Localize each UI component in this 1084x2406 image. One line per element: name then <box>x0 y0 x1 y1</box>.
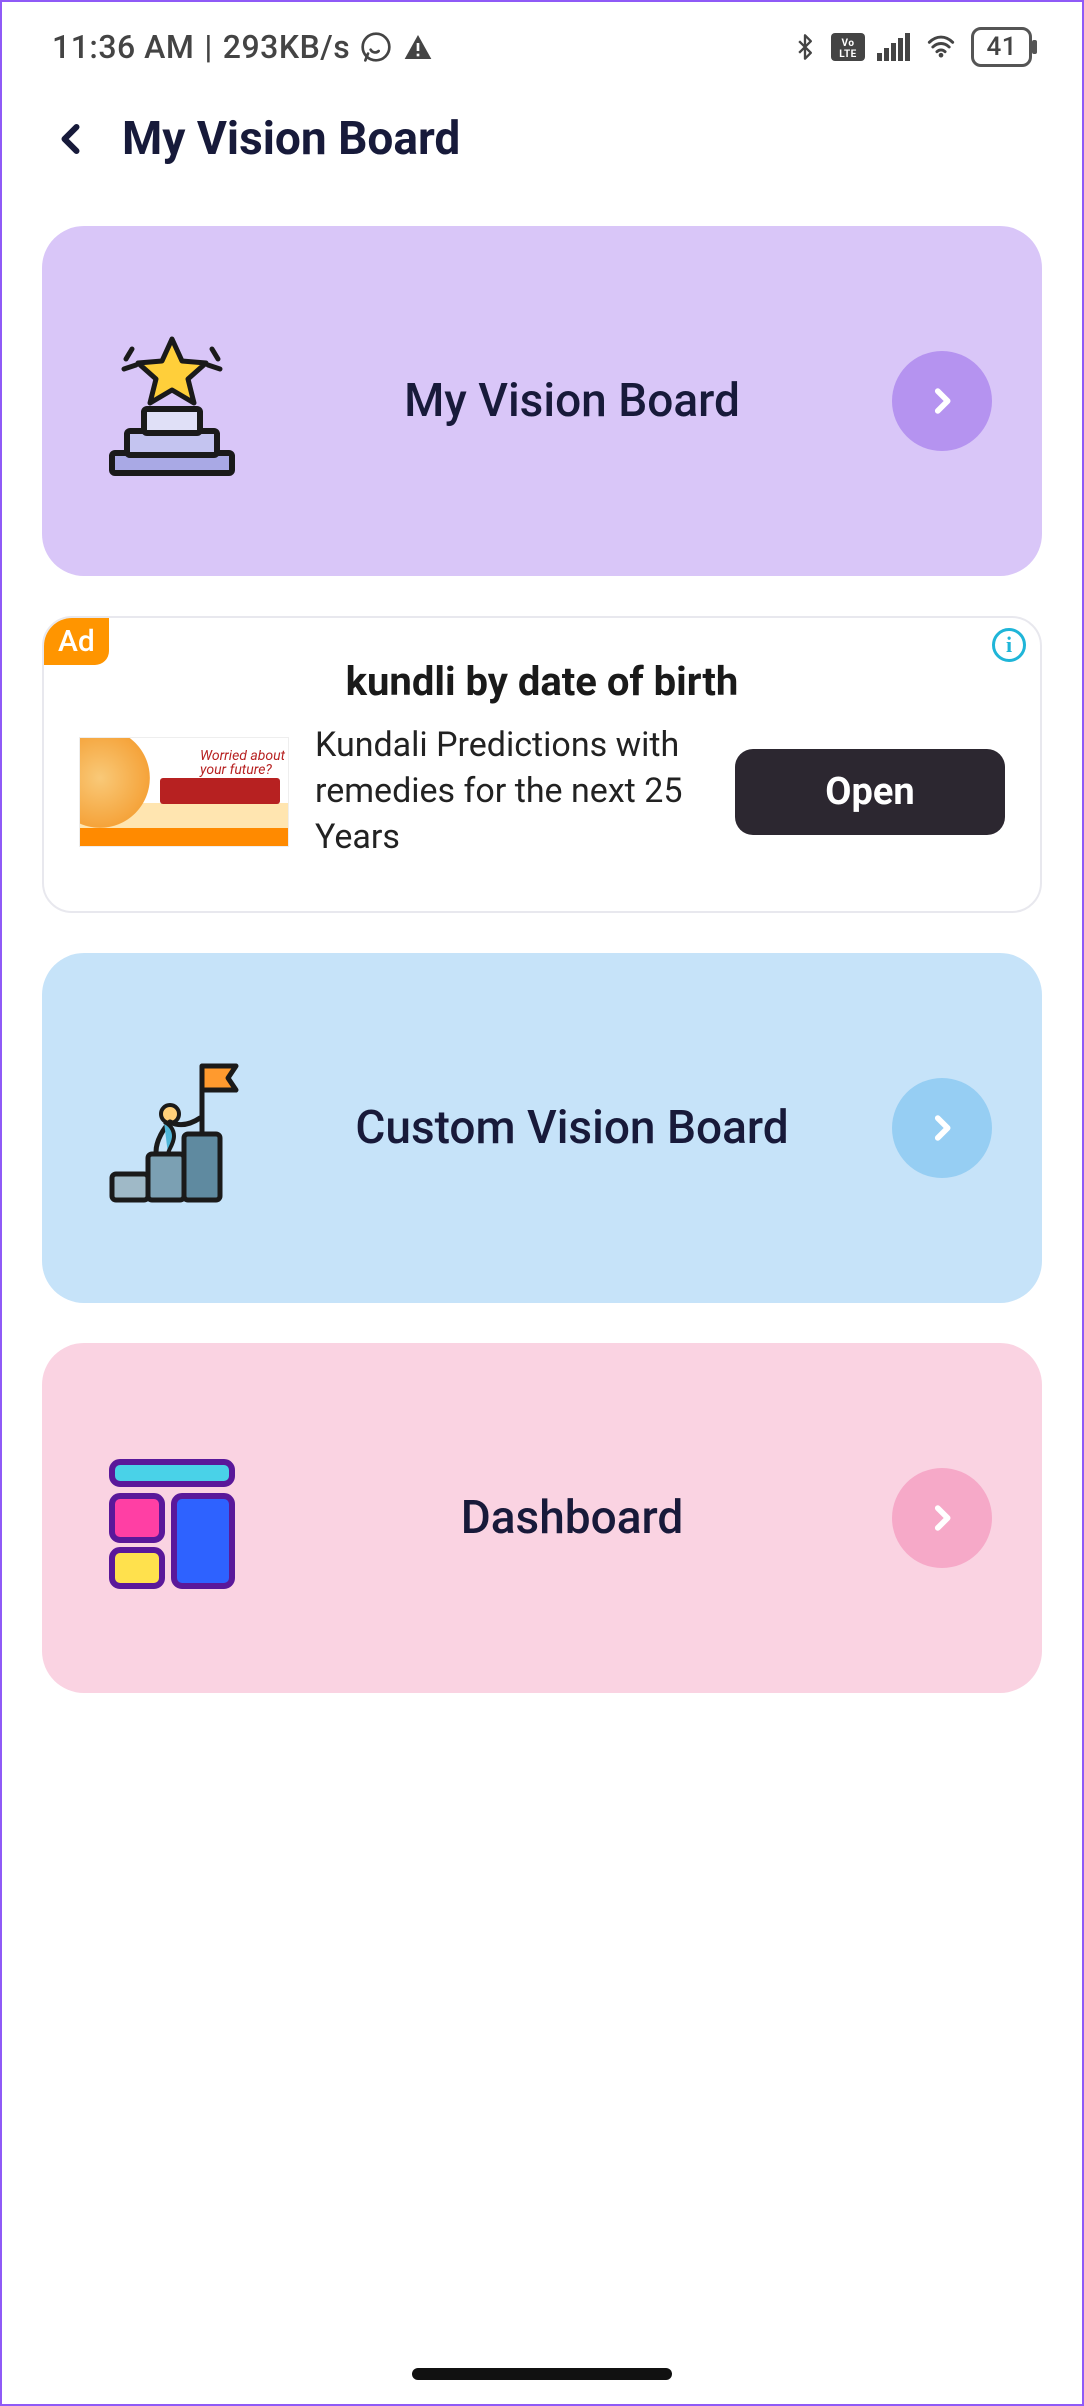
status-left: 11:36 AM | 293KB/s <box>52 28 434 66</box>
battery-level: 41 <box>986 32 1017 62</box>
warning-icon <box>402 31 434 63</box>
dashboard-layout-icon <box>92 1438 252 1598</box>
custom-vision-board-label: Custom Vision Board <box>282 1101 862 1155</box>
trophy-star-icon <box>92 321 252 481</box>
custom-vision-board-card[interactable]: Custom Vision Board <box>42 953 1042 1303</box>
card-stack: My Vision Board Ad i kundli by date of b… <box>2 206 1082 1693</box>
ad-open-button[interactable]: Open <box>735 749 1005 835</box>
ad-badge: Ad <box>44 618 109 665</box>
bluetooth-icon <box>791 31 819 63</box>
whatsapp-icon <box>360 31 392 63</box>
status-net-speed: 293KB/s <box>223 28 350 66</box>
header: My Vision Board <box>2 92 1082 206</box>
home-indicator[interactable] <box>412 2368 672 2380</box>
ad-description: Kundali Predictions with remedies for th… <box>315 723 709 861</box>
ad-thumb-line2: your future? <box>200 762 272 778</box>
volte-icon: Vo LTE <box>831 33 865 61</box>
ad-title: kundli by date of birth <box>79 658 1005 705</box>
back-button[interactable] <box>52 119 92 159</box>
dashboard-label: Dashboard <box>282 1491 862 1545</box>
chevron-right-icon <box>892 351 992 451</box>
ad-thumbnail: Worried about your future? <box>79 737 289 847</box>
svg-text:Vo: Vo <box>842 38 855 49</box>
wifi-icon <box>923 33 959 61</box>
battery-indicator: 41 <box>971 27 1032 67</box>
my-vision-board-label: My Vision Board <box>282 374 862 428</box>
status-bar: 11:36 AM | 293KB/s Vo <box>2 2 1082 92</box>
status-separator: | <box>204 28 212 66</box>
info-icon[interactable]: i <box>992 628 1026 662</box>
status-time: 11:36 AM <box>52 28 194 66</box>
dashboard-card[interactable]: Dashboard <box>42 1343 1042 1693</box>
chevron-right-icon <box>892 1468 992 1568</box>
page-title: My Vision Board <box>122 112 460 166</box>
ad-row: Worried about your future? Kundali Predi… <box>79 723 1005 861</box>
cell-signal-icon <box>877 33 911 61</box>
svg-text:LTE: LTE <box>840 49 858 60</box>
goal-flag-icon <box>92 1048 252 1208</box>
my-vision-board-card[interactable]: My Vision Board <box>42 226 1042 576</box>
chevron-right-icon <box>892 1078 992 1178</box>
status-right: Vo LTE 41 <box>791 27 1032 67</box>
ad-card[interactable]: Ad i kundli by date of birth Worried abo… <box>42 616 1042 913</box>
